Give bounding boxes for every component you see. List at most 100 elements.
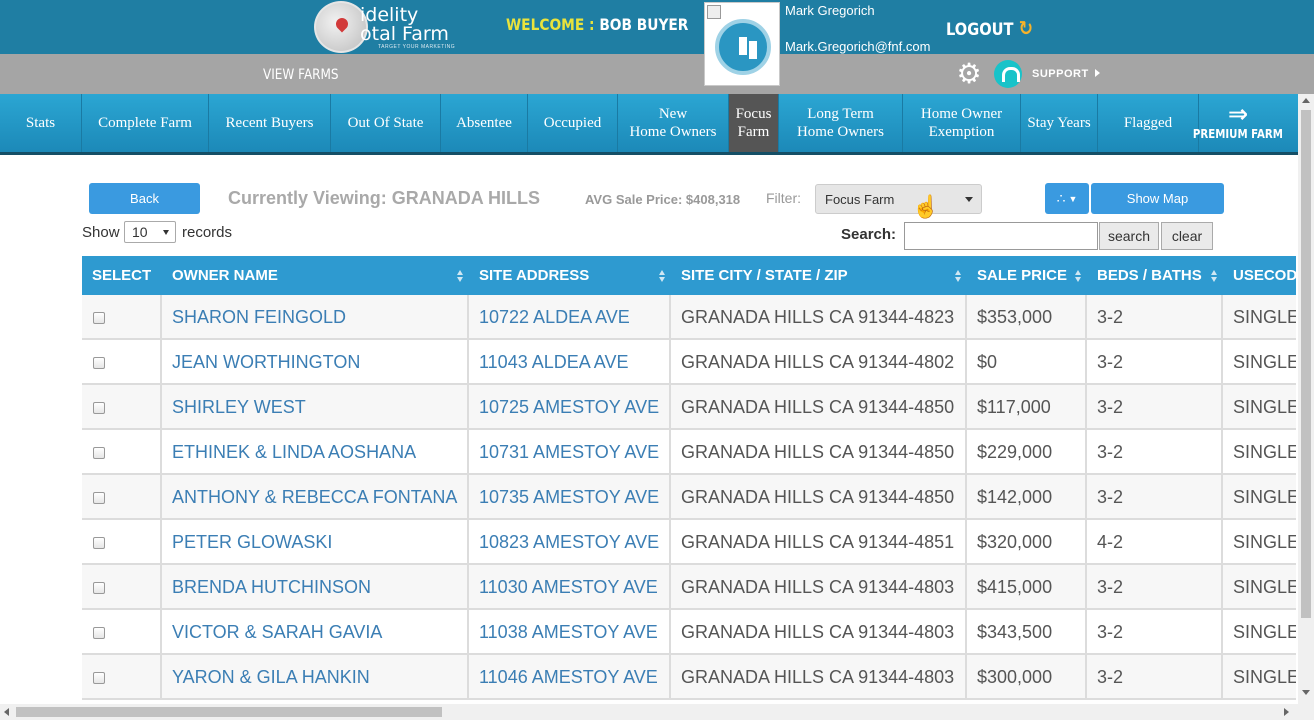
share-icon: ∴ [1056,190,1066,206]
tab-focus-farm[interactable]: Focus Farm [729,94,779,152]
row-select-checkbox[interactable] [93,492,105,504]
logo-text: idelity otal Farm [360,6,449,44]
row-select-checkbox[interactable] [93,672,105,684]
view-farms-link[interactable]: VIEW FARMS [263,67,339,83]
records-per-page-select[interactable]: 10 [124,221,176,243]
vertical-scroll-thumb[interactable] [1301,110,1311,618]
site-address-cell[interactable]: 11030 AMESTOY AVE [469,565,671,610]
owner-name-cell[interactable]: BRENDA HUTCHINSON [162,565,469,610]
gear-icon[interactable]: ⚙ [954,59,984,89]
column-header-label: SITE ADDRESS [479,267,590,284]
table-row: SHARON FEINGOLD 10722 ALDEA AVE GRANADA HI… [82,295,1296,340]
site-address-cell[interactable]: 10823 AMESTOY AVE [469,520,671,565]
row-select-checkbox[interactable] [93,627,105,639]
row-select-checkbox[interactable] [93,447,105,459]
select-cell [82,385,162,430]
logo[interactable]: idelity otal Farm TARGET YOUR MARKETING [312,0,462,54]
sale-price-cell: $415,000 [967,565,1087,610]
logout-button[interactable]: LOGOUT ↻ [946,16,1033,40]
tab-home-owner-exemption[interactable]: Home Owner Exemption [903,94,1021,152]
tab-new-home-owners[interactable]: New Home Owners [618,94,729,152]
column-header-city-state-zip[interactable]: SITE CITY / STATE / ZIP [671,256,967,295]
search-button[interactable]: search [1099,222,1159,250]
row-select-checkbox[interactable] [93,357,105,369]
row-select-checkbox[interactable] [93,402,105,414]
scroll-down-arrow-icon[interactable] [1302,690,1310,695]
tab-stay-years[interactable]: Stay Years [1021,94,1098,152]
usecode-cell: SINGLE [1223,475,1296,520]
table-row: SHIRLEY WEST 10725 AMESTOY AVE GRANADA HIL… [82,385,1296,430]
scroll-up-arrow-icon[interactable] [1302,98,1310,103]
top-header: idelity otal Farm TARGET YOUR MARKETING … [0,0,1314,54]
show-label: Show [82,224,120,241]
tab-recent-buyers[interactable]: Recent Buyers [209,94,331,152]
owner-name-cell[interactable]: ANTHONY & REBECCA FONTANA [162,475,469,520]
search-input[interactable] [904,222,1098,250]
sort-icon [1075,270,1081,282]
usecode-cell: SINGLE [1223,565,1296,610]
headset-icon[interactable] [994,60,1022,88]
column-header-label: SALE PRICE [977,267,1068,284]
city-state-zip-cell: GRANADA HILLS CA 91344-4850 [671,385,967,430]
horizontal-scrollbar[interactable] [0,704,1314,720]
select-cell [82,610,162,655]
column-header-beds-baths[interactable]: BEDS / BATHS [1087,256,1223,295]
share-button[interactable]: ∴ ▼ [1045,183,1089,214]
sale-price-cell: $300,000 [967,655,1087,700]
scroll-right-arrow-icon[interactable] [1284,708,1289,716]
row-select-checkbox[interactable] [93,537,105,549]
row-select-checkbox[interactable] [93,312,105,324]
column-header-sale-price[interactable]: SALE PRICE [967,256,1087,295]
city-state-zip-cell: GRANADA HILLS CA 91344-4803 [671,565,967,610]
column-header-owner-name[interactable]: OWNER NAME [162,256,469,295]
scroll-left-arrow-icon[interactable] [4,708,9,716]
site-address-cell[interactable]: 10722 ALDEA AVE [469,295,671,340]
table-row: BRENDA HUTCHINSON 11030 AMESTOY AVE GRANAD… [82,565,1296,610]
site-address-cell[interactable]: 10735 AMESTOY AVE [469,475,671,520]
horizontal-scroll-thumb[interactable] [16,707,442,717]
site-address-cell[interactable]: 10725 AMESTOY AVE [469,385,671,430]
owner-name-cell[interactable]: VICTOR & SARAH GAVIA [162,610,469,655]
agent-email[interactable]: Mark.Gregorich@fnf.com [785,39,930,54]
tab-flagged[interactable]: Flagged [1098,94,1199,152]
site-address-cell[interactable]: 10731 AMESTOY AVE [469,430,671,475]
tab-occupied[interactable]: Occupied [528,94,618,152]
site-address-cell[interactable]: 11038 AMESTOY AVE [469,610,671,655]
column-header-site-address[interactable]: SITE ADDRESS [469,256,671,295]
column-header-label: SITE CITY / STATE / ZIP [681,267,848,284]
tab-out-of-state[interactable]: Out Of State [331,94,441,152]
owner-name-cell[interactable]: YARON & GILA HANKIN [162,655,469,700]
beds-baths-cell: 3-2 [1087,295,1223,340]
support-link[interactable]: SUPPORT [1032,68,1100,80]
clear-button[interactable]: clear [1161,222,1213,250]
row-select-checkbox[interactable] [93,582,105,594]
dropdown-caret-icon [965,197,973,202]
site-address-cell[interactable]: 11046 AMESTOY AVE [469,655,671,700]
tab-stats[interactable]: Stats [0,94,82,152]
owner-name-cell[interactable]: PETER GLOWASKI [162,520,469,565]
welcome-user: BOB BUYER [599,15,689,34]
sort-icon [1211,270,1217,282]
tab-absentee[interactable]: Absentee [441,94,528,152]
sale-price-cell: $343,500 [967,610,1087,655]
city-state-zip-cell: GRANADA HILLS CA 91344-4850 [671,475,967,520]
show-map-button[interactable]: Show Map [1091,183,1224,214]
tab-complete-farm[interactable]: Complete Farm [82,94,209,152]
column-header-label: SELECT [92,267,152,284]
tab-premium-farm[interactable]: ⇒ PREMIUM FARM [1193,94,1283,152]
column-header-label: USECODE [1233,267,1296,284]
owner-name-cell[interactable]: SHARON FEINGOLD [162,295,469,340]
table-row: JEAN WORTHINGTON 11043 ALDEA AVE GRANADA H… [82,340,1296,385]
owner-name-cell[interactable]: ETHINEK & LINDA AOSHANA [162,430,469,475]
owner-name-cell[interactable]: JEAN WORTHINGTON [162,340,469,385]
vertical-scrollbar[interactable] [1298,94,1314,704]
filter-select[interactable]: Focus Farm [815,184,982,214]
farm-table: SELECT OWNER NAME SITE ADDRESS SITE CITY… [82,256,1296,706]
column-header-label: OWNER NAME [172,267,278,284]
currently-viewing: Currently Viewing: GRANADA HILLS [228,188,541,208]
column-header-usecode[interactable]: USECODE [1223,256,1296,295]
site-address-cell[interactable]: 11043 ALDEA AVE [469,340,671,385]
owner-name-cell[interactable]: SHIRLEY WEST [162,385,469,430]
tab-long-term-home-owners[interactable]: Long Term Home Owners [779,94,903,152]
back-button[interactable]: Back [89,183,200,214]
